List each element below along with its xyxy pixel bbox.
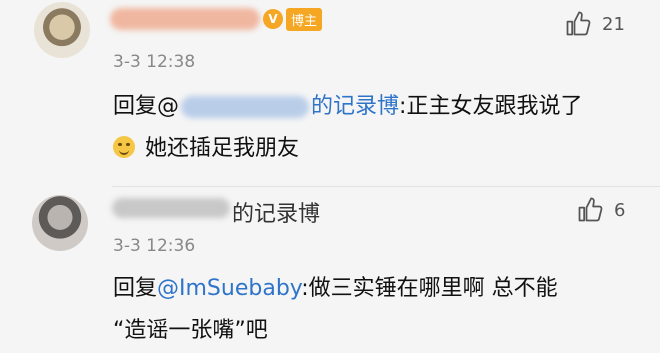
comment-text: 回复@ImSuebaby:做三实锤在哪里啊 总不能 “造谣一张嘴”吧 [113,268,643,352]
thumbs-up-icon [576,196,604,224]
comment-time: 3-3 12:36 [113,236,196,256]
reply-text-line2: 她还插足我朋友 [145,136,300,161]
avatar[interactable] [34,2,90,58]
reply-text: :正主女友跟我说了 [399,94,583,119]
reply-text-line2: “造谣一张嘴”吧 [113,318,268,343]
username-suffix[interactable]: 的记录博 [232,196,320,228]
like-count: 21 [602,13,625,35]
reply-prefix: 回复 [113,276,158,301]
comment-text: 回复@ 的记录博:正主女友跟我说了 她还插足我朋友 [113,86,643,170]
like-button[interactable]: 6 [576,196,625,224]
badge-label: 博主 [286,7,323,31]
username-blurred[interactable] [110,8,260,30]
comment-1: V 博主 3-3 12:38 21 回复@ 的记录博:正主女友跟我说了 她还插足我… [0,0,660,186]
avatar[interactable] [32,195,88,251]
reply-text: :做三实锤在哪里啊 总不能 [301,276,558,301]
comment-2: 的记录博 3-3 12:36 6 回复@ImSuebaby:做三实锤在哪里啊 总… [0,186,660,353]
verified-v-icon: V [263,9,283,29]
mention-suffix[interactable]: 的记录博 [311,94,399,119]
thumbs-up-icon [564,10,592,38]
username-blurred[interactable] [112,198,230,218]
mention-blurred[interactable] [181,96,310,118]
like-button[interactable]: 21 [564,10,625,38]
reply-prefix: 回复@ [113,94,180,119]
smile-emoji-icon [113,136,135,158]
blogger-badge: V 博主 [263,7,323,31]
mention-link[interactable]: @ImSuebaby [157,276,301,301]
comment-time: 3-3 12:38 [113,52,196,72]
like-count: 6 [614,199,626,221]
